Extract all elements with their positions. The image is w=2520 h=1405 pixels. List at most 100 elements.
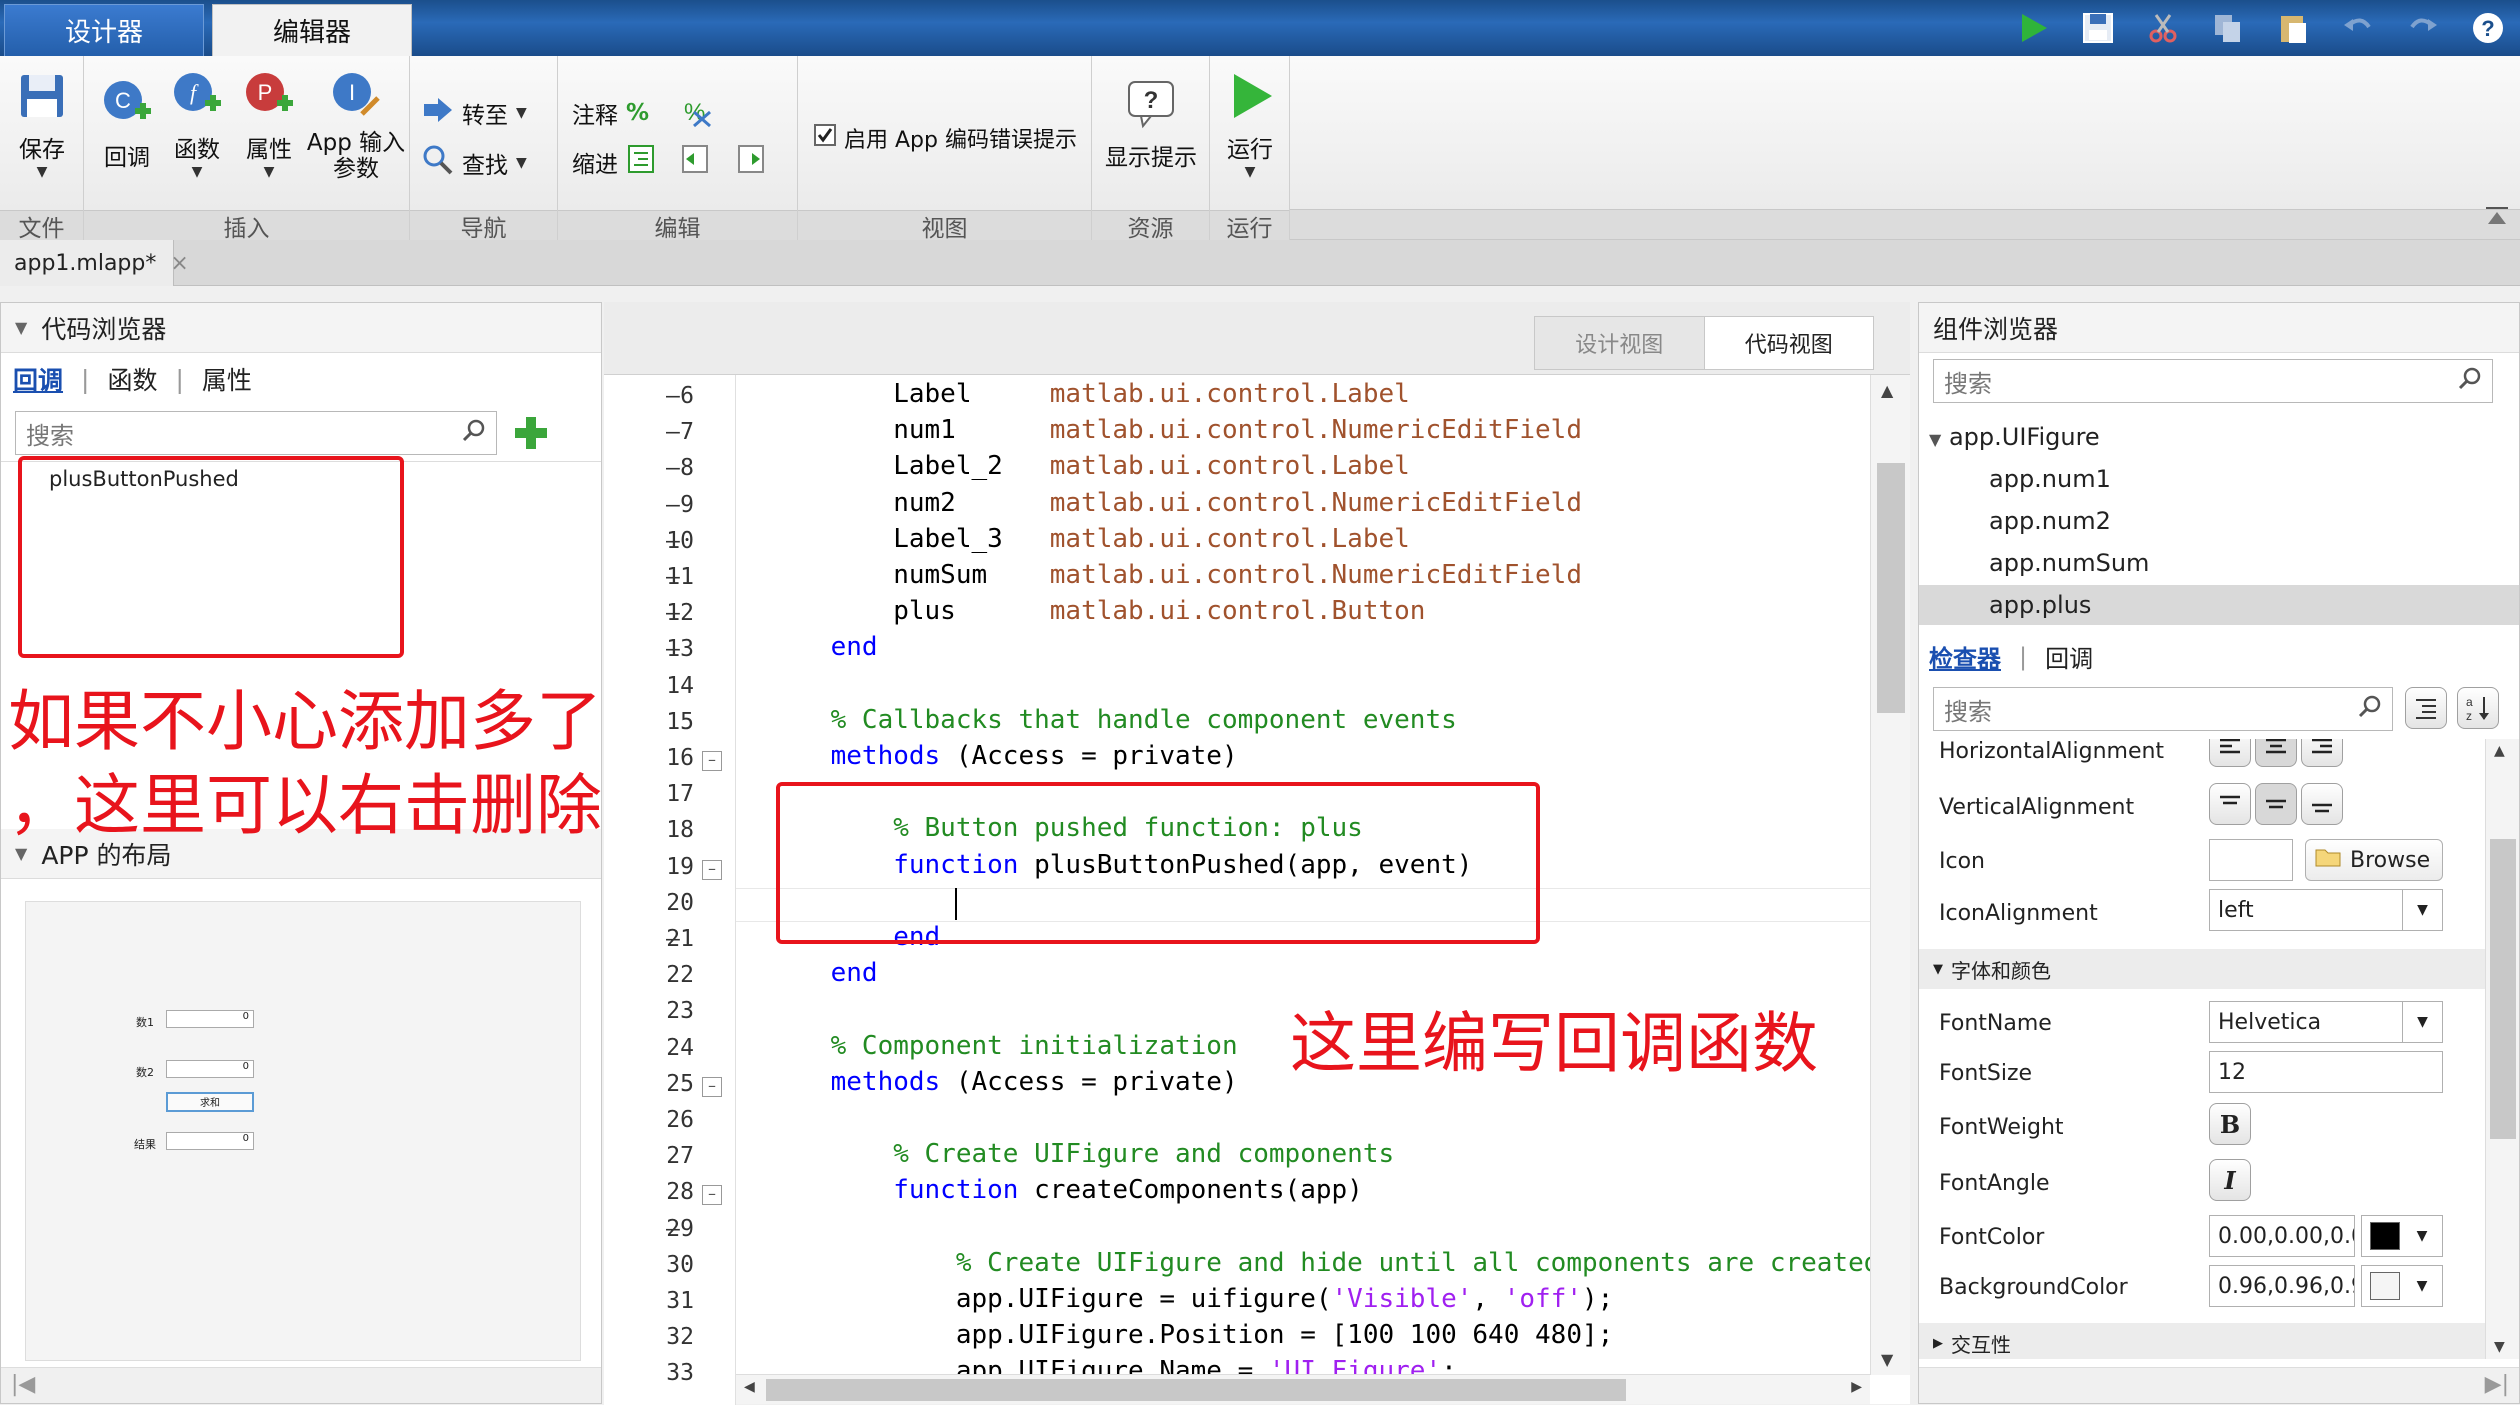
code-line[interactable]: % Create UIFigure and components	[768, 1139, 1394, 1169]
code-line[interactable]: end	[768, 958, 878, 988]
align-left-icon[interactable]	[2209, 739, 2251, 767]
app-input-args-button[interactable]: I App 输入 参数	[306, 70, 406, 182]
fontsize-field[interactable]: 12	[2209, 1051, 2443, 1093]
tree-node-uifigure[interactable]: ▼ app.UIFigure	[1929, 423, 2100, 451]
section-interactivity[interactable]: ▶ 交互性	[1919, 1323, 2485, 1359]
code-line[interactable]: app.UIFigure.Name = 'UI Figure';	[768, 1356, 1457, 1375]
backgroundcolor-field[interactable]: 0.96,0.96,0.9	[2209, 1265, 2355, 1307]
find-button[interactable]: 查找 ▼	[422, 144, 527, 182]
cut-icon[interactable]	[2143, 8, 2183, 48]
scroll-up-icon[interactable]: ▲	[2494, 743, 2505, 759]
scroll-left-icon[interactable]: ◀	[744, 1379, 755, 1395]
tree-node-num1[interactable]: app.num1	[1989, 465, 2111, 493]
code-line[interactable]: end	[768, 632, 878, 662]
tab-functions[interactable]: 函数	[107, 361, 157, 397]
redo-icon[interactable]	[2403, 8, 2443, 48]
align-right-icon[interactable]	[2301, 739, 2343, 767]
code-line[interactable]: app.UIFigure.Position = [100 100 640 480…	[768, 1320, 1613, 1350]
section-font-color[interactable]: ▼ 字体和颜色	[1919, 949, 2485, 989]
code-line[interactable]: % Callbacks that handle component events	[768, 705, 1457, 735]
save-button[interactable]: 保存 ▼	[10, 70, 74, 180]
code-line[interactable]: methods (Access = private)	[768, 1067, 1238, 1097]
design-view-button[interactable]: 设计视图	[1535, 317, 1704, 369]
code-line[interactable]: plus matlab.ui.control.Button	[768, 596, 1425, 626]
code-line[interactable]: Label matlab.ui.control.Label	[768, 379, 1410, 409]
show-hints-button[interactable]: ? 显示提示	[1096, 78, 1206, 172]
decrease-indent-button[interactable]	[680, 144, 710, 180]
inspector-scrollbar[interactable]: ▲ ▼	[2485, 739, 2519, 1359]
enable-error-hints-checkbox[interactable]: 启用 App 编码错误提示	[814, 122, 1077, 154]
tab-editor[interactable]: 编辑器	[212, 4, 412, 56]
goto-button[interactable]: 转至 ▼	[422, 96, 527, 130]
uncomment-button[interactable]: %	[680, 96, 712, 134]
code-line[interactable]: Label_3 matlab.ui.control.Label	[768, 524, 1410, 554]
code-browser-search-input[interactable]: 搜索	[15, 411, 497, 455]
run-icon[interactable]	[2013, 8, 2053, 48]
code-line[interactable]: % Component initialization	[768, 1031, 1238, 1061]
valign-middle-icon[interactable]	[2255, 783, 2297, 825]
bold-button[interactable]: B	[2209, 1103, 2251, 1145]
scroll-down-icon[interactable]: ▼	[2494, 1339, 2505, 1355]
increase-indent-button[interactable]	[736, 144, 766, 180]
tree-node-num2[interactable]: app.num2	[1989, 507, 2111, 535]
italic-button[interactable]: I	[2209, 1159, 2251, 1201]
skip-start-icon[interactable]: |◀	[11, 1372, 35, 1397]
valign-top-icon[interactable]	[2209, 783, 2251, 825]
code-line[interactable]: numSum matlab.ui.control.NumericEditFiel…	[768, 560, 1582, 590]
code-line[interactable]: methods (Access = private)	[768, 741, 1238, 771]
code-line[interactable]: num1 matlab.ui.control.NumericEditField	[768, 415, 1582, 445]
fontcolor-picker[interactable]: ▼	[2361, 1215, 2443, 1257]
paste-icon[interactable]	[2273, 8, 2313, 48]
align-center-icon[interactable]	[2255, 739, 2297, 767]
fontname-dropdown[interactable]: Helvetica ▼	[2209, 1001, 2443, 1043]
inspector-search-input[interactable]: 搜索	[1933, 687, 2393, 731]
code-view-button[interactable]: 代码视图	[1703, 317, 1873, 369]
help-icon[interactable]: ?	[2468, 8, 2508, 48]
tree-node-numsum[interactable]: app.numSum	[1989, 549, 2149, 577]
sort-az-icon[interactable]: az	[2457, 687, 2499, 729]
horizontal-scroll-thumb[interactable]	[766, 1379, 1626, 1401]
code-line[interactable]: function createComponents(app)	[768, 1175, 1363, 1205]
insert-property-button[interactable]: P 属性 ▼	[234, 70, 304, 180]
tab-inspector[interactable]: 检查器	[1929, 639, 2001, 674]
code-line[interactable]: app.UIFigure = uifigure('Visible', 'off'…	[768, 1284, 1614, 1314]
code-line[interactable]: % Create UIFigure and hide until all com…	[768, 1248, 1870, 1278]
add-callback-icon[interactable]	[511, 413, 551, 453]
valign-bottom-icon[interactable]	[2301, 783, 2343, 825]
scroll-up-icon[interactable]: ▲	[1881, 381, 1893, 400]
copy-icon[interactable]	[2208, 8, 2248, 48]
scroll-right-icon[interactable]: ▶	[1851, 1379, 1862, 1395]
save-icon[interactable]	[2078, 8, 2118, 48]
tree-node-plus[interactable]: app.plus	[1989, 591, 2091, 619]
vertical-scroll-thumb[interactable]	[1877, 463, 1905, 713]
app-layout-preview[interactable]: 数1 0 数2 0 求和 结果 0	[25, 901, 581, 1361]
inspector-scroll-thumb[interactable]	[2490, 839, 2516, 1139]
horizontal-scrollbar[interactable]: ◀ ▶	[736, 1374, 1870, 1404]
tab-designer[interactable]: 设计器	[4, 4, 204, 56]
tab-properties[interactable]: 属性	[202, 361, 252, 397]
skip-end-icon[interactable]: ▶|	[2485, 1372, 2509, 1397]
scroll-down-icon[interactable]: ▼	[1881, 1350, 1893, 1369]
collapse-ribbon-icon[interactable]	[2484, 204, 2510, 230]
code-line[interactable]: Label_2 matlab.ui.control.Label	[768, 451, 1410, 481]
code-line[interactable]: num2 matlab.ui.control.NumericEditField	[768, 488, 1582, 518]
icon-path-field[interactable]	[2209, 839, 2293, 881]
fontcolor-field[interactable]: 0.00,0.00,0.0	[2209, 1215, 2355, 1257]
close-tab-icon[interactable]: ×	[170, 251, 188, 276]
group-view-icon[interactable]	[2405, 687, 2447, 729]
tab-callbacks[interactable]: 回调	[2045, 639, 2093, 674]
vertical-scrollbar[interactable]: ▲ ▼	[1870, 375, 1910, 1375]
comment-button[interactable]: 注释 %	[572, 96, 649, 130]
browse-button[interactable]: Browse	[2305, 839, 2443, 881]
insert-callback-button[interactable]: C 回调	[92, 78, 162, 172]
insert-function-button[interactable]: f 函数 ▼	[162, 70, 232, 180]
component-search-input[interactable]: 搜索	[1933, 359, 2493, 403]
tab-callbacks[interactable]: 回调	[13, 361, 63, 397]
document-tab[interactable]: app1.mlapp* ×	[0, 240, 189, 286]
indent-button[interactable]: 缩进	[572, 144, 656, 180]
backgroundcolor-picker[interactable]: ▼	[2361, 1265, 2443, 1307]
undo-icon[interactable]	[2338, 8, 2378, 48]
code-browser-header[interactable]: ▼ 代码浏览器	[1, 303, 601, 353]
run-button[interactable]: 运行 ▼	[1216, 70, 1284, 180]
icon-alignment-dropdown[interactable]: left ▼	[2209, 889, 2443, 931]
